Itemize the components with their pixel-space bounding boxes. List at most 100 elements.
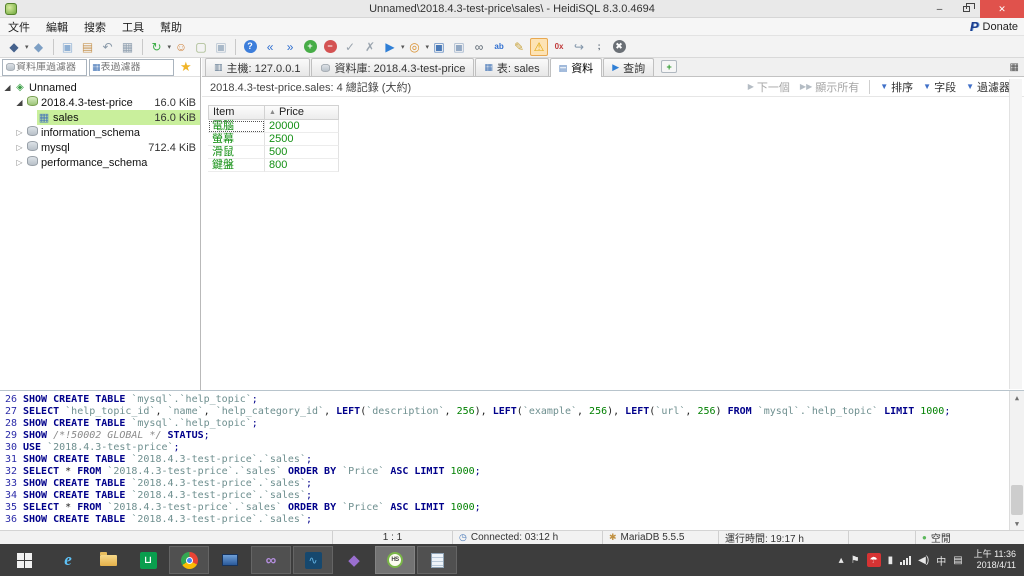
cancel-edit-icon[interactable]: ✗: [361, 38, 379, 56]
file-explorer-icon[interactable]: [88, 544, 128, 576]
grid-cell[interactable]: 電腦: [208, 120, 265, 133]
grid-cell[interactable]: 20000: [265, 120, 339, 133]
windows-store-icon[interactable]: ⊔: [128, 544, 168, 576]
disconnect-icon[interactable]: ◆: [30, 38, 48, 56]
copy-file-icon[interactable]: ▣: [212, 38, 230, 56]
stop-icon[interactable]: ✖: [610, 38, 628, 56]
new-query-tab-icon[interactable]: +: [661, 60, 678, 73]
post-record-icon[interactable]: ✓: [341, 38, 359, 56]
grid-cell[interactable]: 2500: [265, 133, 339, 146]
add-record-icon[interactable]: +: [301, 38, 319, 56]
grid-cell[interactable]: 滑鼠: [208, 146, 265, 159]
expand-arrow-icon[interactable]: ◢: [2, 83, 13, 92]
action-button[interactable]: ▶▶ 顯示所有: [800, 79, 859, 95]
column-header-Item[interactable]: Item: [208, 105, 265, 120]
table-filter-input[interactable]: [100, 61, 163, 73]
dropdown-arrow-icon[interactable]: ▾: [426, 43, 430, 51]
tray-flag-icon[interactable]: ⚑: [851, 555, 860, 566]
collapse-arrow-icon[interactable]: ▷: [14, 143, 25, 152]
action-button[interactable]: ▼ 過濾器: [966, 79, 1010, 95]
tab-list-icon[interactable]: ▦: [1010, 62, 1019, 73]
collapse-arrow-icon[interactable]: ▷: [14, 158, 25, 167]
tree-item-mysql[interactable]: ▷ mysql 712.4 KiB: [0, 140, 200, 155]
collapse-arrow-icon[interactable]: ▷: [14, 128, 25, 137]
table-filter-box[interactable]: ▦: [89, 58, 174, 76]
donate-button[interactable]: P Donate: [970, 19, 1018, 34]
internet-explorer-icon[interactable]: e: [48, 544, 88, 576]
grid-cell[interactable]: 800: [265, 159, 339, 172]
avira-icon[interactable]: ☂: [866, 553, 881, 567]
grid-cell[interactable]: 螢幕: [208, 133, 265, 146]
find-icon[interactable]: ◎: [406, 38, 424, 56]
save-as-icon[interactable]: ▣: [450, 38, 468, 56]
menu-item[interactable]: 幫助: [152, 22, 190, 34]
grid-scrollbar[interactable]: [1009, 79, 1022, 389]
grid-cell[interactable]: 500: [265, 146, 339, 159]
execute-icon[interactable]: ▶: [381, 38, 399, 56]
volume-icon[interactable]: ◀): [918, 555, 929, 566]
scroll-down-icon[interactable]: ▼: [1010, 517, 1024, 530]
copy-icon[interactable]: ▣: [59, 38, 77, 56]
sql-log-panel[interactable]: 26 SHOW CREATE TABLE `mysql`.`help_topic`…: [0, 390, 1024, 530]
warning-filter-icon[interactable]: ⚠: [530, 37, 549, 56]
heidisql-taskbar-icon[interactable]: HS: [375, 546, 415, 574]
column-header-Price[interactable]: ▲ Price: [265, 105, 339, 120]
last-record-icon[interactable]: »: [281, 38, 299, 56]
restore-button[interactable]: [953, 0, 980, 18]
ime-chinese-icon[interactable]: 中: [936, 553, 946, 568]
action-center-icon[interactable]: ▤: [953, 555, 962, 566]
refresh-icon[interactable]: ↻: [148, 38, 166, 56]
user-manager-icon[interactable]: ☺: [172, 38, 190, 56]
tree-item-information_schema[interactable]: ▷ information_schema: [0, 125, 200, 140]
tab-1[interactable]: 資料庫: 2018.4.3-test-price: [310, 58, 475, 76]
menu-item[interactable]: 搜索: [76, 22, 114, 34]
mysql-workbench-icon[interactable]: ∿: [293, 546, 333, 574]
expand-arrow-icon[interactable]: ◢: [14, 98, 25, 107]
database-filter-box[interactable]: [2, 58, 87, 76]
database-filter-input[interactable]: [16, 61, 78, 73]
action-button[interactable]: ▼ 字段: [923, 79, 956, 95]
binoculars-icon[interactable]: ∞: [470, 38, 488, 56]
visual-studio-icon[interactable]: ∞: [251, 546, 291, 574]
tab-4[interactable]: ▶ 查詢: [603, 58, 655, 76]
hex-view-icon[interactable]: 0x: [550, 38, 568, 56]
connect-icon[interactable]: ◆: [5, 38, 23, 56]
action-button[interactable]: ▼ 排序: [880, 79, 913, 95]
first-record-icon[interactable]: «: [261, 38, 279, 56]
dropdown-arrow-icon[interactable]: ▾: [25, 43, 29, 51]
scroll-thumb[interactable]: [1011, 485, 1023, 515]
undo-icon[interactable]: ↶: [99, 38, 117, 56]
log-scrollbar[interactable]: ▲ ▼: [1009, 391, 1024, 530]
tree-item-performance_schema[interactable]: ▷ performance_schema: [0, 155, 200, 170]
grid-cell[interactable]: 鍵盤: [208, 159, 265, 172]
menu-item[interactable]: 工具: [114, 22, 152, 34]
scroll-up-icon[interactable]: ▲: [1010, 391, 1024, 405]
status-segment-6[interactable]: ● 空閒: [916, 531, 1024, 545]
vs-purple-icon[interactable]: ◆: [334, 544, 374, 576]
close-button[interactable]: ✕: [980, 0, 1024, 18]
semicolon-icon[interactable]: ;: [590, 38, 608, 56]
paste-icon[interactable]: ▤: [79, 38, 97, 56]
start-button[interactable]: [0, 544, 48, 576]
new-file-icon[interactable]: ▢: [192, 38, 210, 56]
dropdown-arrow-icon[interactable]: ▾: [168, 43, 172, 51]
foreign-key-icon[interactable]: ↪: [570, 38, 588, 56]
battery-icon[interactable]: ▮: [888, 555, 894, 566]
tab-0[interactable]: ▥ 主機: 127.0.0.1: [205, 58, 310, 76]
tree-item-2018.4.3-test-price[interactable]: ◢ 2018.4.3-test-price 16.0 KiB: [0, 95, 200, 110]
taskbar-clock[interactable]: 上午 11:36 2018/4/11: [970, 549, 1016, 571]
minimize-button[interactable]: –: [926, 0, 953, 18]
remote-desktop-icon[interactable]: [210, 544, 250, 576]
tab-2[interactable]: ▦ 表: sales: [475, 58, 549, 76]
tray-expand-icon[interactable]: ▴: [839, 555, 844, 566]
notepad-icon[interactable]: [417, 546, 457, 574]
menu-item[interactable]: 文件: [0, 22, 38, 34]
tree-item-Unnamed[interactable]: ◢ ◈ Unnamed: [0, 80, 200, 95]
delete-record-icon[interactable]: −: [321, 38, 339, 56]
print-icon[interactable]: ▦: [119, 38, 137, 56]
chrome-icon[interactable]: [169, 546, 209, 574]
dropdown-arrow-icon[interactable]: ▾: [401, 43, 405, 51]
network-signal-icon[interactable]: [900, 555, 912, 565]
help-icon[interactable]: ?: [241, 38, 259, 56]
action-button[interactable]: ▶ 下一個: [748, 79, 790, 95]
